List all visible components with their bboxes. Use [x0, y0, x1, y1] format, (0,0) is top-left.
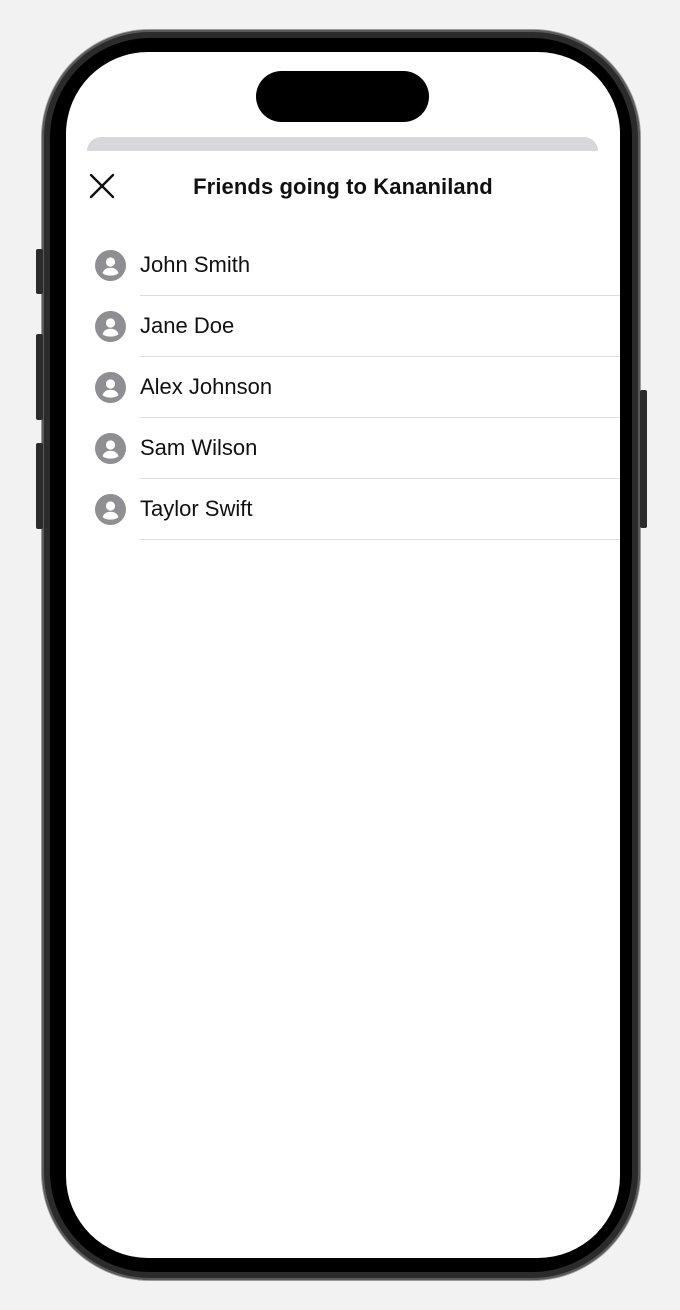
friend-name: Sam Wilson — [140, 435, 258, 460]
friend-name: John Smith — [140, 252, 251, 277]
sheet-stack-edge — [87, 137, 598, 151]
friends-list: John Smith Jane Doe Alex Johnson Sam Wil… — [66, 235, 620, 540]
person-circle-icon — [95, 433, 126, 464]
friend-row-content: John Smith — [140, 235, 620, 296]
friend-row-content: Alex Johnson — [140, 357, 620, 418]
friend-name: Jane Doe — [140, 313, 235, 338]
friend-name: Alex Johnson — [140, 374, 273, 399]
friend-row-content: Jane Doe — [140, 296, 620, 357]
dynamic-island — [256, 71, 429, 122]
power-button — [640, 390, 647, 528]
screen: Friends going to Kananiland John Smith J… — [66, 52, 620, 1258]
friend-row-content: Sam Wilson — [140, 418, 620, 479]
person-circle-icon — [95, 372, 126, 403]
friend-row-alex-johnson[interactable]: Alex Johnson — [66, 357, 620, 418]
person-circle-icon — [95, 494, 126, 525]
person-circle-icon — [95, 311, 126, 342]
sheet-header: Friends going to Kananiland — [66, 152, 620, 224]
friend-row-content: Taylor Swift — [140, 479, 620, 540]
sheet-title: Friends going to Kananiland — [193, 174, 493, 199]
friend-row-john-smith[interactable]: John Smith — [66, 235, 620, 296]
friend-row-jane-doe[interactable]: Jane Doe — [66, 296, 620, 357]
action-button — [36, 249, 43, 294]
volume-up-button — [36, 334, 43, 420]
person-circle-icon — [95, 250, 126, 281]
friend-row-taylor-swift[interactable]: Taylor Swift — [66, 479, 620, 540]
friend-row-sam-wilson[interactable]: Sam Wilson — [66, 418, 620, 479]
friend-name: Taylor Swift — [140, 496, 253, 521]
volume-down-button — [36, 443, 43, 529]
